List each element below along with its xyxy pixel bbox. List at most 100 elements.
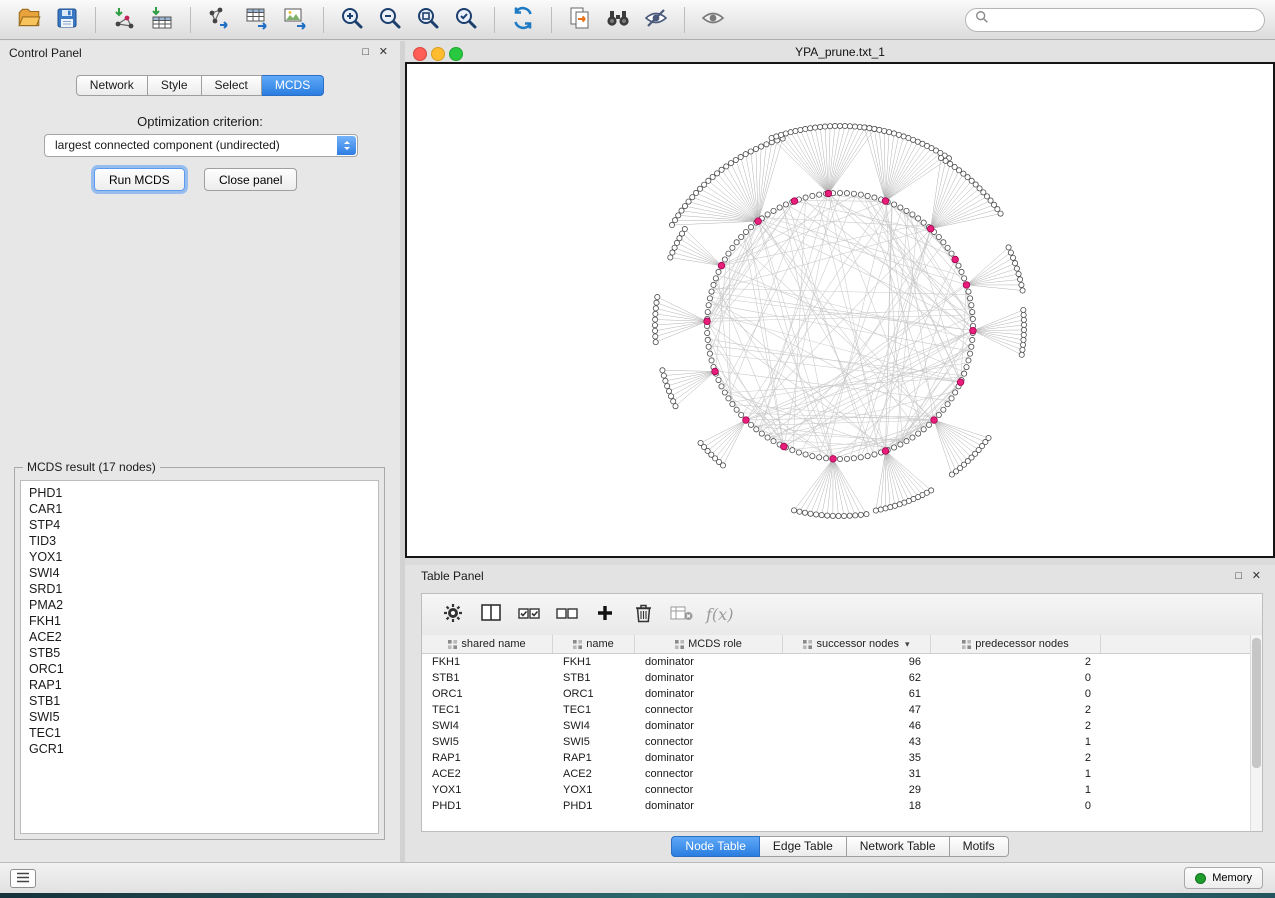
mcds-result-item[interactable]: FKH1 bbox=[21, 613, 378, 629]
save-session-button[interactable] bbox=[48, 3, 86, 37]
mcds-result-item[interactable]: CAR1 bbox=[21, 501, 378, 517]
mcds-result-item[interactable]: STB5 bbox=[21, 645, 378, 661]
table-row[interactable]: FKH1FKH1dominator962 bbox=[422, 654, 1251, 670]
table-row[interactable]: RAP1RAP1dominator352 bbox=[422, 750, 1251, 766]
column-header-name[interactable]: name bbox=[553, 635, 635, 653]
save-floppy-icon bbox=[55, 6, 79, 33]
mcds-result-item[interactable]: PMA2 bbox=[21, 597, 378, 613]
criterion-select[interactable]: largest connected component (undirected) bbox=[44, 134, 358, 157]
zoom-selected-button[interactable] bbox=[447, 3, 485, 37]
export-table-button[interactable] bbox=[238, 3, 276, 37]
add-column-button[interactable] bbox=[586, 598, 624, 632]
deselect-all-columns-button[interactable] bbox=[548, 598, 586, 632]
table-row[interactable]: ORC1ORC1dominator610 bbox=[422, 686, 1251, 702]
column-header-successor-nodes[interactable]: successor nodes▾ bbox=[783, 635, 931, 653]
status-menu-button[interactable] bbox=[10, 869, 36, 888]
mcds-result-item[interactable]: YOX1 bbox=[21, 549, 378, 565]
show-columns-button[interactable] bbox=[472, 598, 510, 632]
trash-icon bbox=[635, 603, 652, 626]
import-table-button[interactable] bbox=[143, 3, 181, 37]
clone-network-button[interactable] bbox=[561, 3, 599, 37]
table-cell: dominator bbox=[635, 670, 783, 686]
mcds-result-item[interactable]: STP4 bbox=[21, 517, 378, 533]
mcds-result-item[interactable]: STB1 bbox=[21, 693, 378, 709]
table-cell: 29 bbox=[783, 782, 931, 798]
select-all-columns-button[interactable] bbox=[510, 598, 548, 632]
table-cell: STB1 bbox=[553, 670, 635, 686]
mcds-result-item[interactable]: ACE2 bbox=[21, 629, 378, 645]
mcds-result-list: PHD1CAR1STP4TID3YOX1SWI4SRD1PMA2FKH1ACE2… bbox=[20, 480, 379, 834]
zoom-out-button[interactable] bbox=[371, 3, 409, 37]
close-panel-icon[interactable]: ✕ bbox=[379, 45, 388, 59]
table-row[interactable]: PHD1PHD1dominator180 bbox=[422, 798, 1251, 814]
mcds-result-item[interactable]: ORC1 bbox=[21, 661, 378, 677]
tab-select[interactable]: Select bbox=[202, 75, 262, 96]
delete-column-button[interactable] bbox=[624, 598, 662, 632]
plus-icon bbox=[596, 604, 614, 625]
table-cell: 62 bbox=[783, 670, 931, 686]
refresh-view-button[interactable] bbox=[504, 3, 542, 37]
float-panel-icon[interactable]: □ bbox=[362, 45, 369, 59]
float-table-panel-icon[interactable]: □ bbox=[1235, 569, 1242, 583]
tab-style[interactable]: Style bbox=[148, 75, 202, 96]
function-builder-button[interactable]: f(x) bbox=[706, 605, 733, 624]
tab-mcds[interactable]: MCDS bbox=[262, 75, 324, 96]
hamburger-icon bbox=[16, 871, 30, 886]
mcds-result-item[interactable]: SWI5 bbox=[21, 709, 378, 725]
table-row[interactable]: STB1STB1dominator620 bbox=[422, 670, 1251, 686]
table-cell: TEC1 bbox=[422, 702, 553, 718]
mcds-result-item[interactable]: TEC1 bbox=[21, 725, 378, 741]
export-image-button[interactable] bbox=[276, 3, 314, 37]
table-cell: connector bbox=[635, 782, 783, 798]
network-graph[interactable] bbox=[407, 64, 1273, 556]
search-input[interactable] bbox=[995, 12, 1255, 28]
table-tab-edge-table[interactable]: Edge Table bbox=[760, 836, 847, 857]
mcds-result-item[interactable]: TID3 bbox=[21, 533, 378, 549]
network-canvas[interactable] bbox=[405, 62, 1275, 558]
toolbar-separator bbox=[684, 7, 685, 33]
zoom-selected-icon bbox=[453, 5, 479, 34]
zoom-fit-button[interactable] bbox=[409, 3, 447, 37]
table-row[interactable]: SWI5SWI5connector431 bbox=[422, 734, 1251, 750]
table-panel-tabs: Node TableEdge TableNetwork TableMotifs bbox=[405, 836, 1275, 857]
table-cell: ACE2 bbox=[422, 766, 553, 782]
open-session-button[interactable] bbox=[10, 3, 48, 37]
run-mcds-button[interactable]: Run MCDS bbox=[94, 168, 185, 191]
table-cell: 1 bbox=[931, 782, 1101, 798]
mcds-result-item[interactable]: SRD1 bbox=[21, 581, 378, 597]
table-cell: 2 bbox=[931, 750, 1101, 766]
column-header-MCDS-role[interactable]: MCDS role bbox=[635, 635, 783, 653]
column-header-shared-name[interactable]: shared name bbox=[422, 635, 553, 653]
mcds-result-item[interactable]: PHD1 bbox=[21, 485, 378, 501]
tab-network[interactable]: Network bbox=[76, 75, 148, 96]
table-cell: dominator bbox=[635, 686, 783, 702]
table-cell: 2 bbox=[931, 654, 1101, 670]
table-tab-node-table[interactable]: Node Table bbox=[671, 836, 760, 857]
table-tab-network-table[interactable]: Network Table bbox=[847, 836, 950, 857]
table-cell: PHD1 bbox=[422, 798, 553, 814]
toolbar-separator bbox=[494, 7, 495, 33]
export-network-button[interactable] bbox=[200, 3, 238, 37]
mcds-result-item[interactable]: RAP1 bbox=[21, 677, 378, 693]
column-header-predecessor-nodes[interactable]: predecessor nodes bbox=[931, 635, 1101, 653]
table-scrollbar[interactable] bbox=[1250, 635, 1262, 831]
table-settings-button[interactable] bbox=[434, 598, 472, 632]
mcds-result-item[interactable]: SWI4 bbox=[21, 565, 378, 581]
table-row[interactable]: TEC1TEC1connector472 bbox=[422, 702, 1251, 718]
scrollbar-thumb[interactable] bbox=[1252, 638, 1261, 768]
table-row[interactable]: YOX1YOX1connector291 bbox=[422, 782, 1251, 798]
mcds-result-item[interactable]: GCR1 bbox=[21, 741, 378, 757]
hide-style-button[interactable] bbox=[637, 3, 675, 37]
import-network-button[interactable] bbox=[105, 3, 143, 37]
table-row[interactable]: SWI4SWI4dominator462 bbox=[422, 718, 1251, 734]
table-tab-motifs[interactable]: Motifs bbox=[950, 836, 1009, 857]
table-row[interactable]: ACE2ACE2connector311 bbox=[422, 766, 1251, 782]
delete-table-button[interactable] bbox=[662, 598, 700, 632]
memory-button[interactable]: Memory bbox=[1184, 867, 1263, 889]
close-mcds-panel-button[interactable]: Close panel bbox=[204, 168, 297, 191]
table-cell: dominator bbox=[635, 750, 783, 766]
zoom-in-button[interactable] bbox=[333, 3, 371, 37]
close-table-panel-icon[interactable]: ✕ bbox=[1252, 569, 1261, 583]
show-details-button[interactable] bbox=[694, 3, 732, 37]
find-button[interactable] bbox=[599, 3, 637, 37]
